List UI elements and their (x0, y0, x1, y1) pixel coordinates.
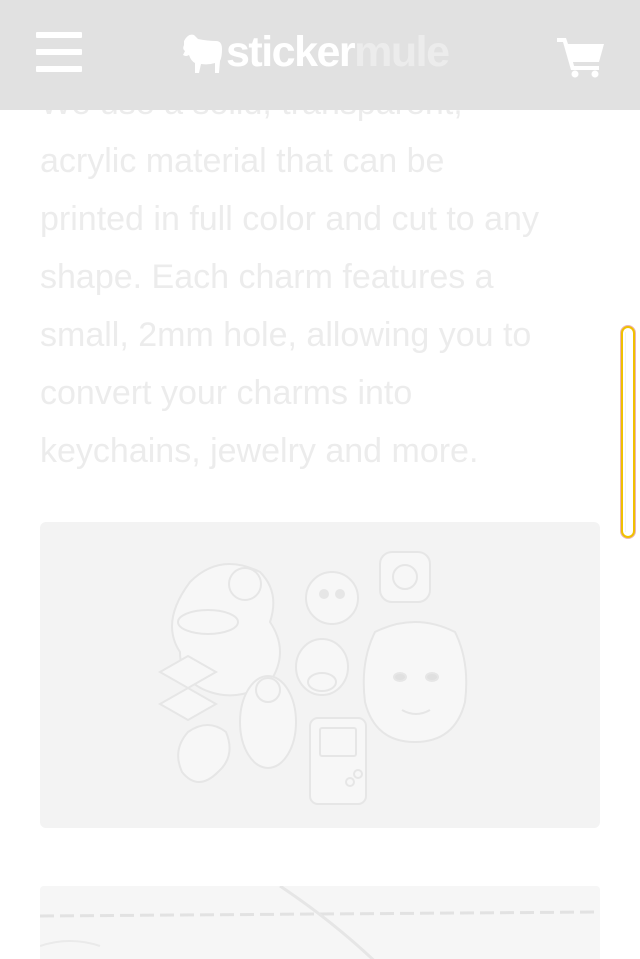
stickermule-logo[interactable]: sticker mule (178, 26, 468, 78)
tooth-charm (177, 724, 231, 783)
product-image (40, 522, 600, 828)
product-description: We use a solid, transparent, acrylic mat… (40, 74, 600, 480)
face-charm (362, 621, 468, 744)
monkey-charm (305, 571, 359, 625)
hamburger-menu-icon[interactable] (36, 32, 82, 72)
logo-text-mule: mule (354, 27, 450, 76)
logo-text-sticker: sticker (226, 27, 356, 76)
shopping-cart-icon[interactable] (557, 36, 605, 78)
product-photo (40, 886, 600, 959)
charms-illustration (157, 551, 468, 805)
description-line: printed in full color and cut to any (40, 200, 539, 238)
secondary-image (40, 886, 600, 959)
description-line: acrylic material that can be (40, 142, 445, 180)
description-line: convert your charms into (40, 374, 413, 412)
scrollbar[interactable] (621, 326, 635, 538)
mule-logo-icon (183, 34, 222, 73)
description-line: shape. Each charm features a (40, 258, 494, 296)
page: We use a solid, transparent, acrylic mat… (0, 0, 640, 959)
site-header: sticker mule (0, 0, 640, 110)
description-line: keychains, jewelry and more. (40, 432, 479, 470)
description-line: small, 2mm hole, allowing you to (40, 316, 532, 354)
